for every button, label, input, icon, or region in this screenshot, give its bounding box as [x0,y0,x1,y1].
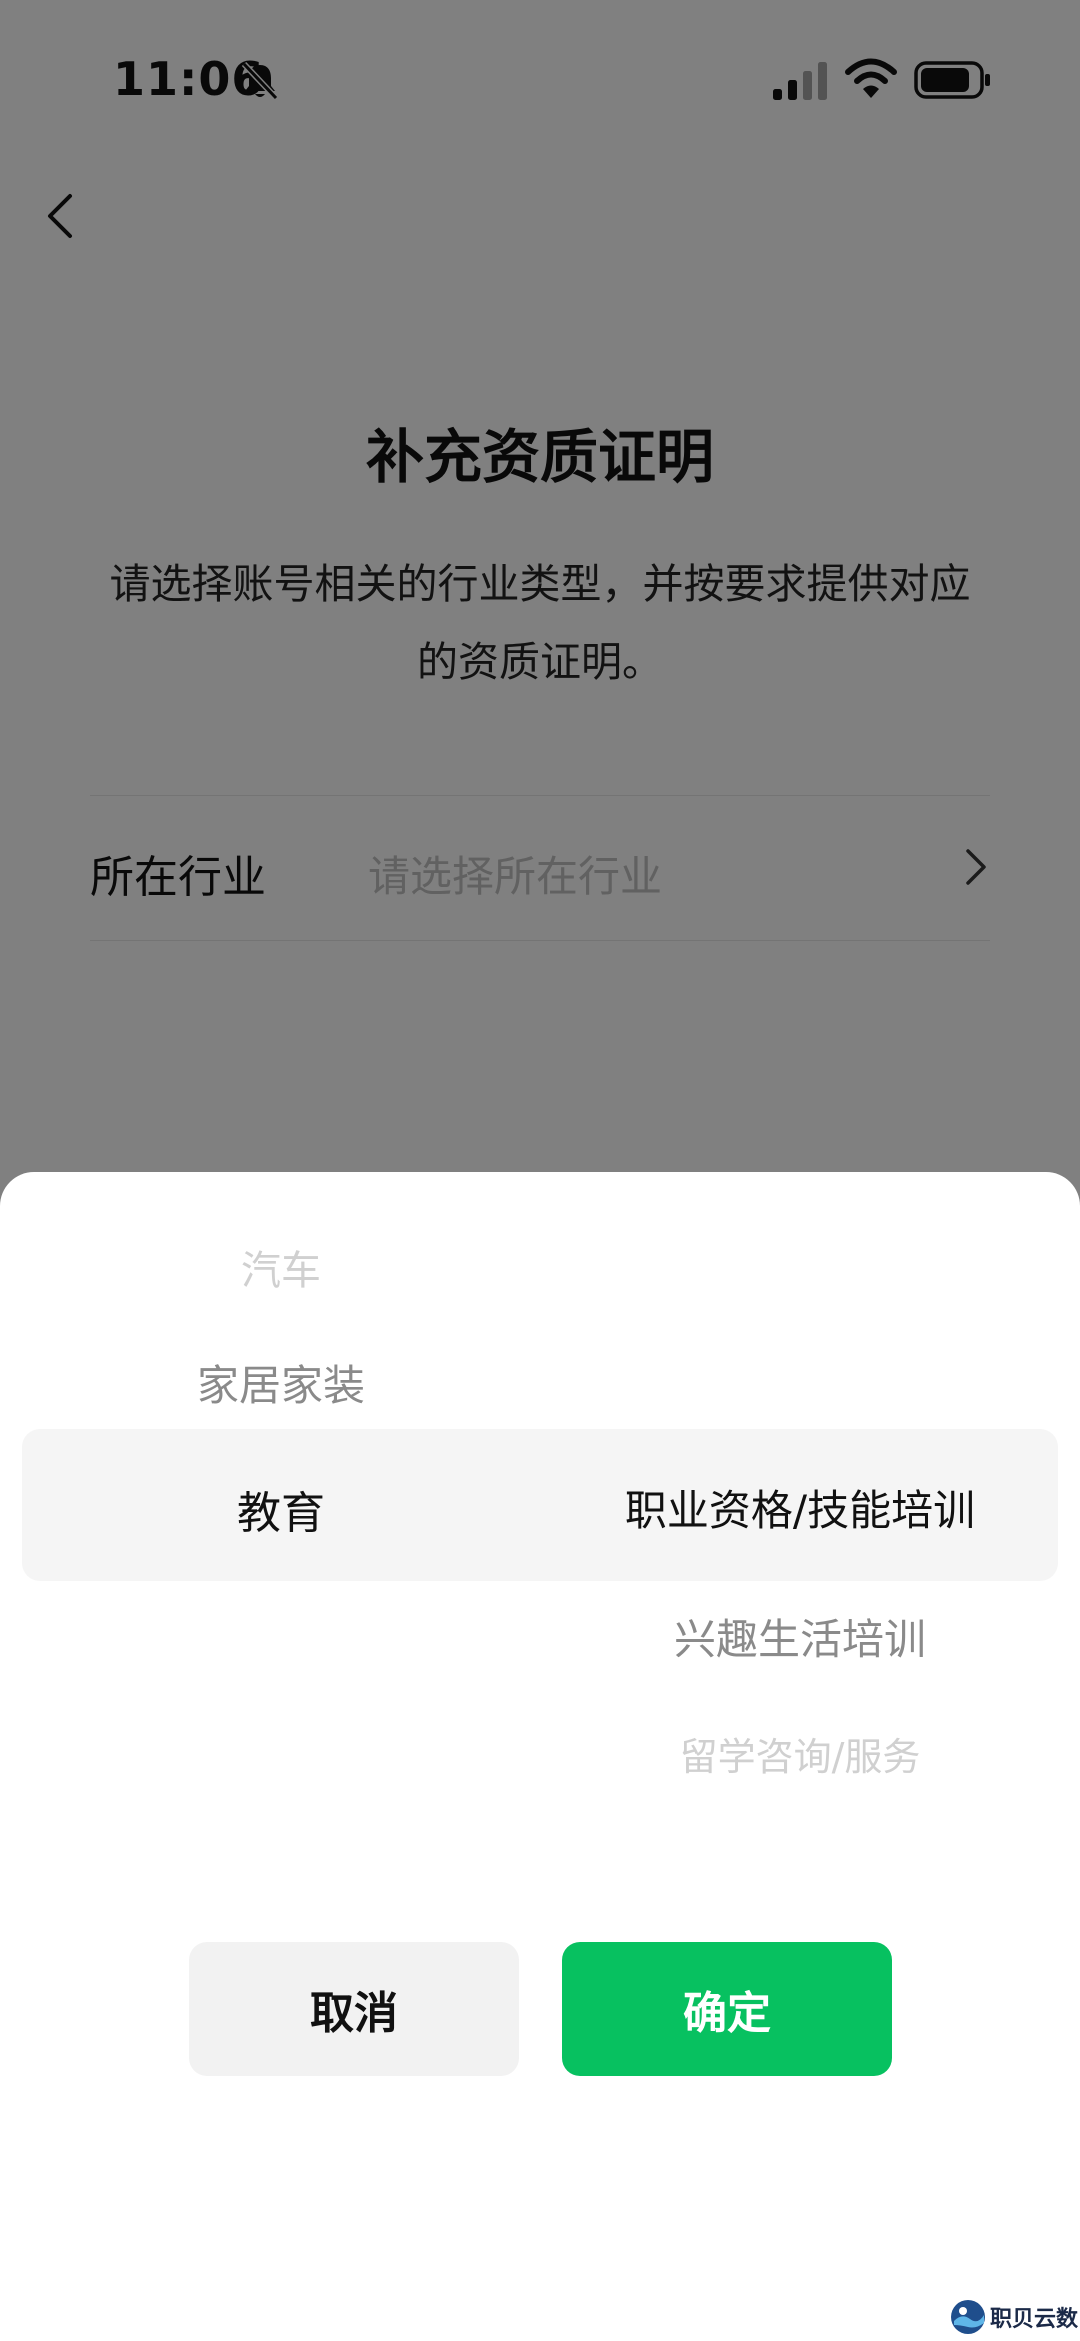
picker-left-item-selected[interactable]: 教育 [237,1477,325,1541]
watermark-logo-icon [951,2300,985,2334]
watermark-text: 职贝云数 [990,2307,1079,2332]
picker-right-item[interactable]: 留学咨询/服务 [680,1726,921,1781]
picker-right-item[interactable]: 兴趣生活培训 [674,1606,926,1667]
confirm-button[interactable]: 确定 [562,1942,892,2076]
picker-left-item[interactable]: 汽车 [241,1238,321,1296]
picker-left-item[interactable]: 家居家装 [197,1352,365,1413]
industry-picker[interactable]: 汽车 家居家装 教育 职业资格/技能培训 兴趣生活培训 留学咨询/服务 [0,1172,1080,1872]
industry-picker-sheet: 汽车 家居家装 教育 职业资格/技能培训 兴趣生活培训 留学咨询/服务 取消 确… [0,1172,1080,2341]
cancel-button[interactable]: 取消 [189,1942,519,2076]
watermark: 职贝云数 [950,2297,1078,2337]
picker-right-item-selected[interactable]: 职业资格/技能培训 [625,1477,975,1538]
